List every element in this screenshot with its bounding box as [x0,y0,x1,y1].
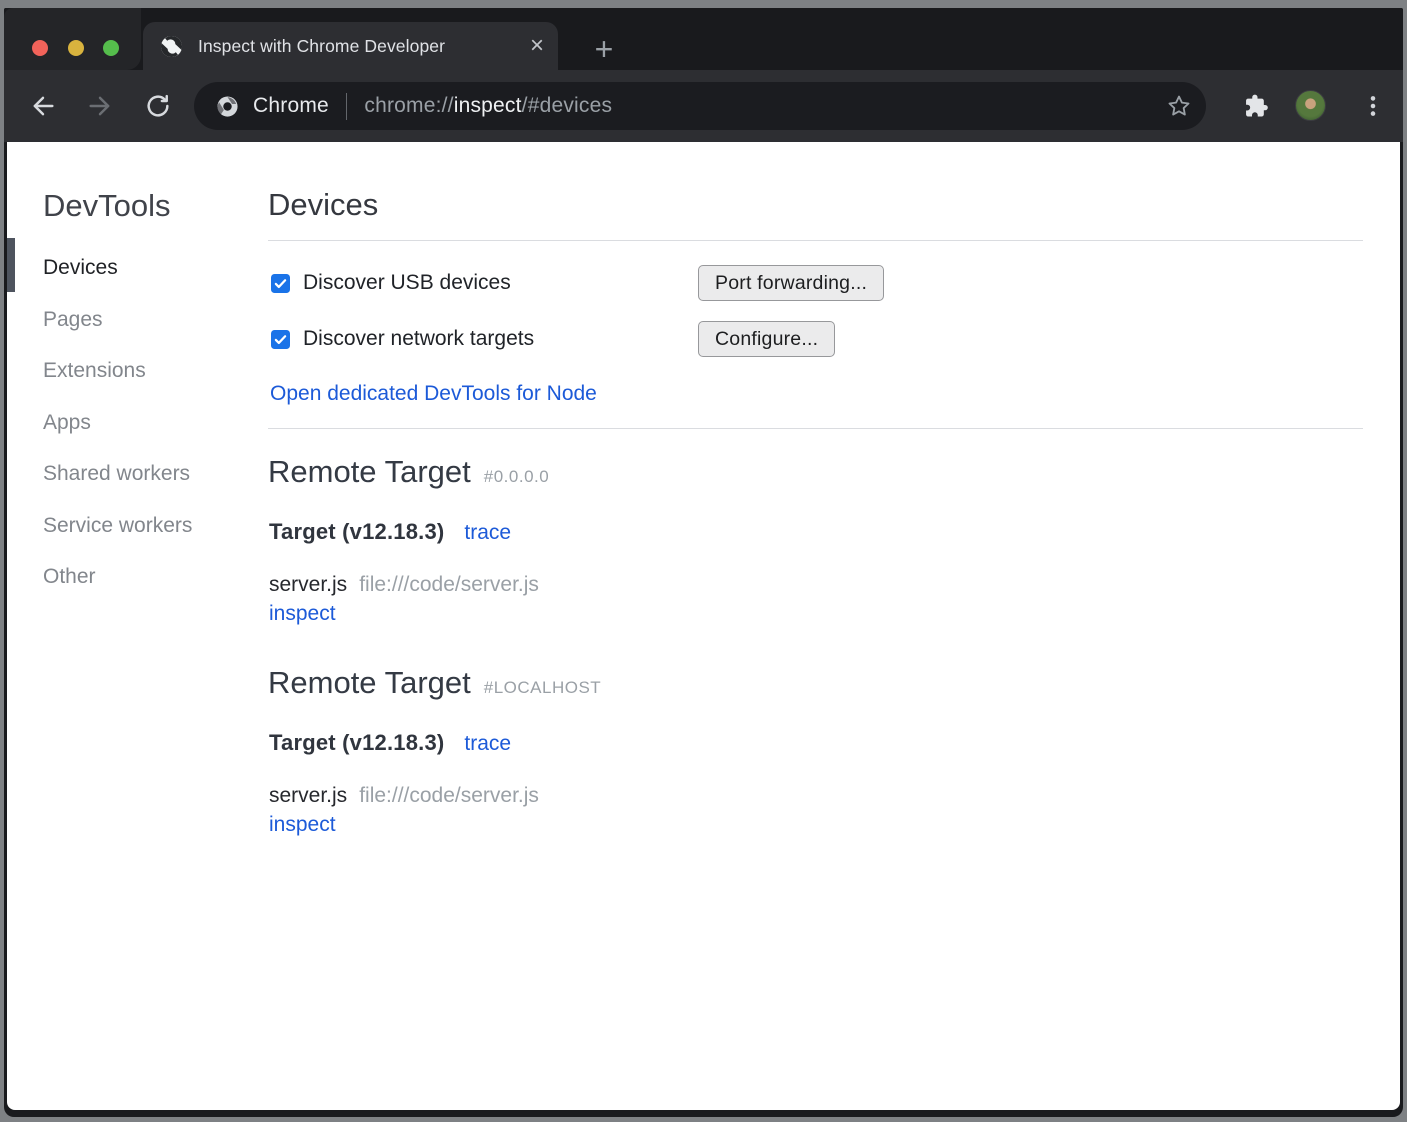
target-name: Target (v12.18.3) [269,729,444,757]
sidebar-item-other[interactable]: Other [43,551,192,603]
sidebar-item-service-workers[interactable]: Service workers [43,500,192,552]
url-bar[interactable]: Chrome chrome://inspect/#devices [194,82,1206,130]
sidebar-item-apps[interactable]: Apps [43,397,192,449]
configure-button[interactable]: Configure... [698,321,835,357]
inspect-row: inspect [268,601,1363,627]
target-name: Target (v12.18.3) [269,518,444,546]
page-content: DevTools Devices Pages Extensions Apps S… [7,142,1400,1110]
zoom-window-button[interactable] [103,40,119,56]
file-url: file:///code/server.js [359,783,539,809]
url-scheme: chrome:// [364,94,453,117]
url-divider [346,93,348,120]
devtools-title: DevTools [43,188,171,224]
forward-button[interactable] [86,92,114,120]
discover-usb-checkbox[interactable] [271,274,290,293]
minimize-window-button[interactable] [68,40,84,56]
file-row: server.js file:///code/server.js [268,572,1363,598]
close-window-button[interactable] [32,40,48,56]
remote-target-heading: Remote Target #LOCALHOST [268,663,1363,703]
reload-icon[interactable] [144,92,172,120]
sidebar-item-extensions[interactable]: Extensions [43,345,192,397]
inspect-row: inspect [268,812,1363,838]
back-button[interactable] [29,92,57,120]
target-row: Target (v12.18.3) trace [268,518,1363,546]
inspect-link[interactable]: inspect [269,813,336,836]
discover-network-row: Discover network targets Configure... [268,321,1363,357]
file-url: file:///code/server.js [359,572,539,598]
main-panel: Devices Discover USB devices Port forwar… [268,142,1363,838]
remote-target-title: Remote Target [268,452,471,492]
sidebar-nav: Devices Pages Extensions Apps Shared wor… [43,242,192,603]
divider [268,240,1363,241]
inspect-link[interactable]: inspect [269,602,336,625]
remote-target-heading: Remote Target #0.0.0.0 [268,452,1363,492]
browser-toolbar: Chrome chrome://inspect/#devices [4,70,1403,142]
target-row: Target (v12.18.3) trace [268,729,1363,757]
devtools-favicon-icon [160,35,183,58]
file-name: server.js [269,783,347,809]
file-row: server.js file:///code/server.js [268,783,1363,809]
sidebar-item-pages[interactable]: Pages [43,294,192,346]
browser-menu-icon[interactable] [1359,92,1387,120]
profile-avatar[interactable] [1295,90,1326,121]
page-title: Devices [268,186,1363,224]
url-path: /#devices [522,94,613,117]
discover-usb-label[interactable]: Discover USB devices [303,271,511,295]
node-devtools-link[interactable]: Open dedicated DevTools for Node [268,380,597,408]
tab-strip: Inspect with Chrome Developer × + [4,8,1403,70]
url-host: inspect [454,94,522,117]
trace-link[interactable]: trace [464,519,511,547]
tab-close-icon[interactable]: × [530,36,544,56]
tab-title: Inspect with Chrome Developer [198,36,526,57]
remote-target-id: #LOCALHOST [484,668,601,708]
chrome-logo-icon [216,95,239,118]
browser-window: Inspect with Chrome Developer × + [4,8,1403,1117]
product-label: Chrome [253,94,329,118]
traffic-lights [4,8,141,70]
sidebar-item-shared-workers[interactable]: Shared workers [43,448,192,500]
sidebar-item-devices[interactable]: Devices [43,242,192,294]
bookmark-star-icon[interactable] [1166,93,1192,119]
screenshot: Inspect with Chrome Developer × + [0,0,1407,1122]
discover-network-checkbox[interactable] [271,330,290,349]
file-name: server.js [269,572,347,598]
divider [268,428,1363,429]
discover-network-label[interactable]: Discover network targets [303,327,534,351]
remote-target-id: #0.0.0.0 [484,457,549,497]
extensions-icon[interactable] [1242,92,1269,119]
trace-link[interactable]: trace [464,730,511,758]
selected-item-indicator [7,238,15,292]
url-text: chrome://inspect/#devices [364,94,612,118]
new-tab-button[interactable]: + [588,34,620,66]
browser-tab[interactable]: Inspect with Chrome Developer × [143,22,558,70]
port-forwarding-button[interactable]: Port forwarding... [698,265,884,301]
discover-usb-row: Discover USB devices Port forwarding... [268,265,1363,301]
remote-target-title: Remote Target [268,663,471,703]
